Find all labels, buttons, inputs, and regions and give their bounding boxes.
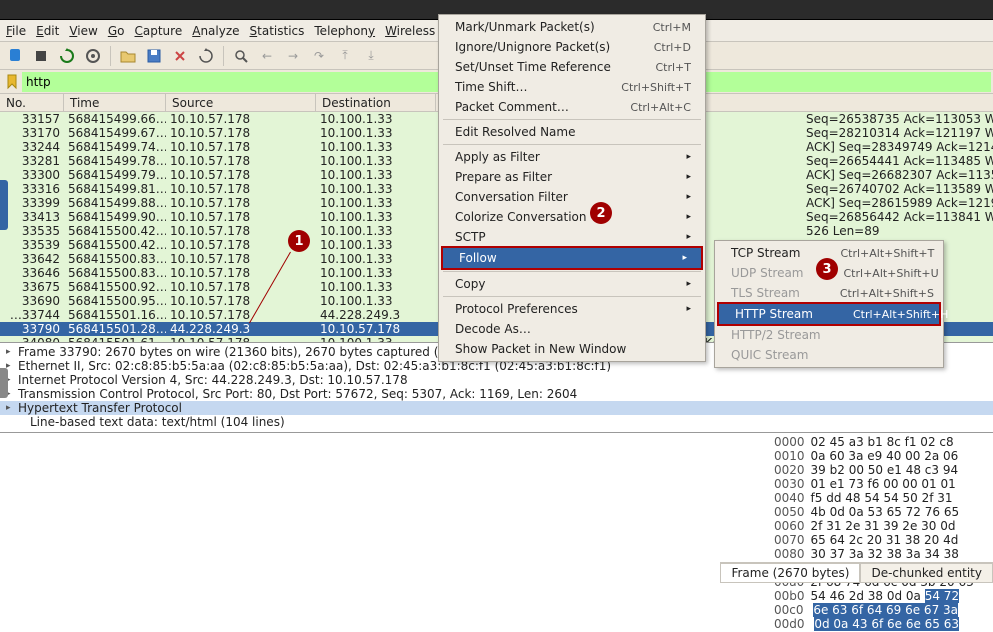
hex-row[interactable]: 00b054 46 2d 38 0d 0a 54 72 — [774, 589, 989, 603]
menu-go[interactable]: Go — [108, 24, 125, 38]
go-last-icon[interactable]: ⤓ — [360, 45, 382, 67]
menu-item[interactable]: HTTP StreamCtrl+Alt+Shift+H — [719, 304, 939, 324]
detail-row[interactable]: Hypertext Transfer Protocol — [0, 401, 993, 415]
reload-icon[interactable] — [195, 45, 217, 67]
menu-item[interactable]: SCTP — [439, 227, 705, 247]
menu-item[interactable]: Conversation Filter — [439, 187, 705, 207]
menu-telephony[interactable]: Telephony — [314, 24, 375, 38]
hex-row[interactable]: 00504b 0d 0a 53 65 72 76 65 — [774, 505, 989, 519]
bottom-panes: 000002 45 a3 b1 8c f1 02 c800100a 60 3a … — [0, 432, 993, 632]
hex-row[interactable]: 0040f5 dd 48 54 54 50 2f 31 — [774, 491, 989, 505]
close-file-icon[interactable] — [169, 45, 191, 67]
restart-capture-icon[interactable] — [56, 45, 78, 67]
annotation-marker-3: 3 — [816, 258, 838, 280]
bottom-tabs: Frame (2670 bytes) De-chunked entity — [720, 562, 993, 583]
packet-context-menu[interactable]: Mark/Unmark Packet(s)Ctrl+MIgnore/Unigno… — [438, 14, 706, 362]
menu-item[interactable]: Follow — [443, 248, 701, 268]
menu-item[interactable]: Copy — [439, 274, 705, 294]
menu-item[interactable]: Colorize Conversation — [439, 207, 705, 227]
annotation-marker-2: 2 — [590, 202, 612, 224]
side-handle[interactable] — [0, 180, 8, 230]
menu-item[interactable]: Ignore/Unignore Packet(s)Ctrl+D — [439, 37, 705, 57]
hex-row[interactable]: 00602f 31 2e 31 39 2e 30 0d — [774, 519, 989, 533]
hex-row[interactable]: 00d0 0d 0a 43 6f 6e 6e 65 63 — [774, 617, 989, 631]
menu-item[interactable]: Decode As… — [439, 319, 705, 339]
menu-item: QUIC Stream — [715, 345, 943, 365]
find-icon[interactable] — [230, 45, 252, 67]
go-first-icon[interactable]: ⤒ — [334, 45, 356, 67]
hex-row[interactable]: 008030 37 3a 32 38 3a 34 38 — [774, 547, 989, 561]
side-handle-2[interactable] — [0, 368, 8, 398]
hex-row[interactable]: 000002 45 a3 b1 8c f1 02 c8 — [774, 435, 989, 449]
menu-item[interactable]: Mark/Unmark Packet(s)Ctrl+M — [439, 17, 705, 37]
hex-row[interactable]: 00c0 6e 63 6f 64 69 6e 67 3a — [774, 603, 989, 617]
hex-row[interactable]: 003001 e1 73 f6 00 00 01 01 — [774, 477, 989, 491]
bookmark-icon[interactable] — [2, 72, 22, 92]
annotation-marker-1: 1 — [288, 230, 310, 252]
menu-item[interactable]: Set/Unset Time ReferenceCtrl+T — [439, 57, 705, 77]
menu-edit[interactable]: Edit — [36, 24, 59, 38]
menu-file[interactable]: File — [6, 24, 26, 38]
back-icon[interactable]: ← — [256, 45, 278, 67]
stop-capture-icon[interactable] — [30, 45, 52, 67]
menu-view[interactable]: View — [69, 24, 97, 38]
tab-frame[interactable]: Frame (2670 bytes) — [720, 563, 860, 583]
tab-dechunked[interactable]: De-chunked entity — [860, 563, 993, 583]
menu-wireless[interactable]: Wireless — [385, 24, 435, 38]
detail-row[interactable]: Line-based text data: text/html (104 lin… — [0, 415, 993, 429]
menu-item[interactable]: Time Shift…Ctrl+Shift+T — [439, 77, 705, 97]
menu-item[interactable]: Edit Resolved Name — [439, 122, 705, 142]
menu-statistics[interactable]: Statistics — [250, 24, 305, 38]
hex-row[interactable]: 007065 64 2c 20 31 38 20 4d — [774, 533, 989, 547]
detail-row[interactable]: Transmission Control Protocol, Src Port:… — [0, 387, 993, 401]
hex-view[interactable]: 000002 45 a3 b1 8c f1 02 c800100a 60 3a … — [770, 433, 993, 632]
col-source[interactable]: Source — [166, 94, 316, 111]
detail-row[interactable]: Internet Protocol Version 4, Src: 44.228… — [0, 373, 993, 387]
menu-capture[interactable]: Capture — [134, 24, 182, 38]
menu-item[interactable]: Apply as Filter — [439, 147, 705, 167]
jump-icon[interactable]: ↷ — [308, 45, 330, 67]
hex-row[interactable]: 00100a 60 3a e9 40 00 2a 06 — [774, 449, 989, 463]
start-capture-icon[interactable] — [4, 45, 26, 67]
menu-item[interactable]: Prepare as Filter — [439, 167, 705, 187]
col-destination[interactable]: Destination — [316, 94, 436, 111]
menu-item: HTTP/2 Stream — [715, 325, 943, 345]
col-no[interactable]: No. — [0, 94, 64, 111]
options-icon[interactable] — [82, 45, 104, 67]
menu-analyze[interactable]: Analyze — [192, 24, 239, 38]
menu-item[interactable]: Packet Comment…Ctrl+Alt+C — [439, 97, 705, 117]
hex-row[interactable]: 002039 b2 00 50 e1 48 c3 94 — [774, 463, 989, 477]
menu-item[interactable]: Show Packet in New Window — [439, 339, 705, 359]
menu-item[interactable]: Protocol Preferences — [439, 299, 705, 319]
menu-item: TLS StreamCtrl+Alt+Shift+S — [715, 283, 943, 303]
col-time[interactable]: Time — [64, 94, 166, 111]
save-file-icon[interactable] — [143, 45, 165, 67]
open-file-icon[interactable] — [117, 45, 139, 67]
forward-icon[interactable]: → — [282, 45, 304, 67]
